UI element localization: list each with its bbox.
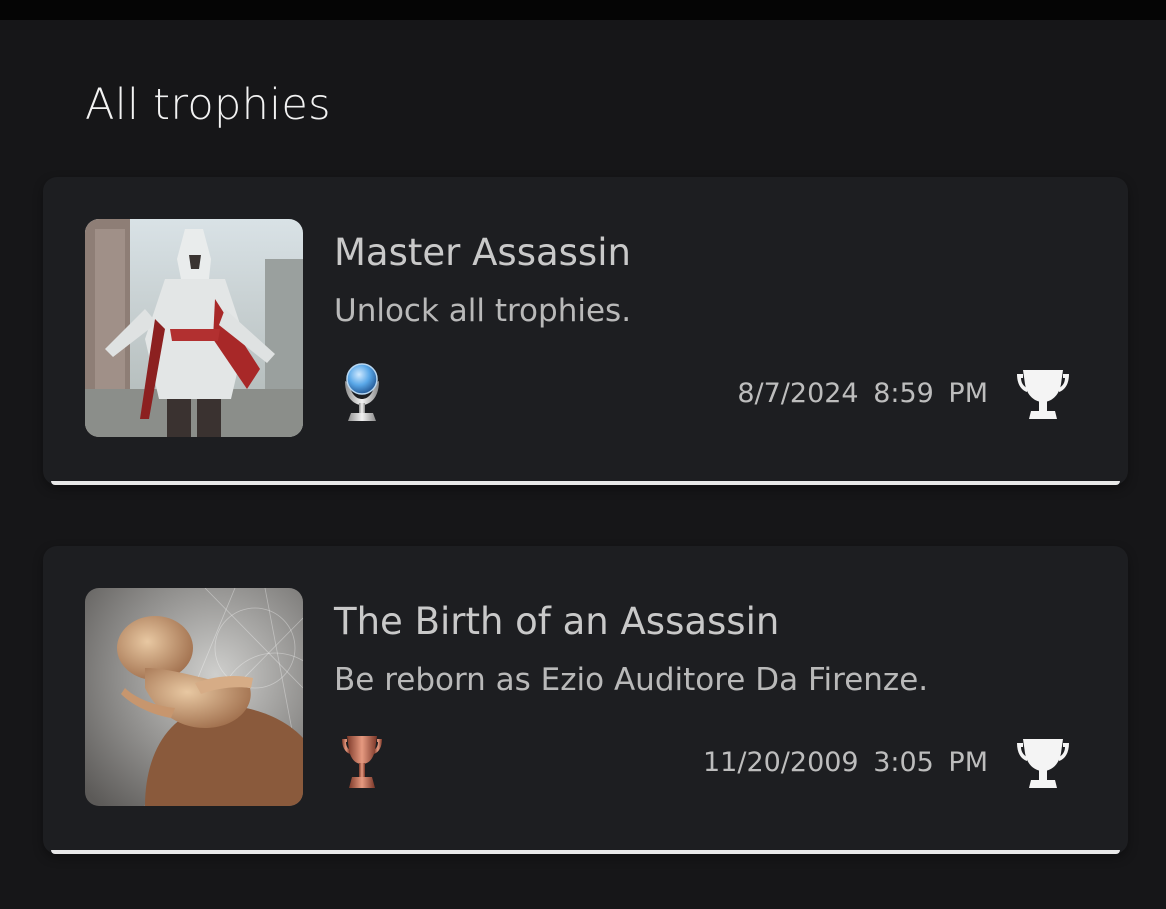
earned-timestamp: 8/7/2024 8:59 PM — [737, 378, 988, 409]
earned-timestamp: 11/20/2009 3:05 PM — [703, 747, 988, 778]
trophy-thumbnail — [85, 219, 303, 437]
trophy-card-birth-of-an-assassin[interactable]: The Birth of an Assassin Be reborn as Ez… — [43, 546, 1128, 854]
earned-time: 3:05 PM — [873, 747, 988, 778]
card-divider — [51, 850, 1120, 854]
status-bar — [0, 0, 1166, 20]
trophy-card-master-assassin[interactable]: Master Assassin Unlock all trophies. 8/7… — [43, 177, 1128, 485]
trophy-name: Master Assassin — [334, 231, 631, 274]
earned-date: 8/7/2024 — [737, 378, 859, 409]
trophy-name: The Birth of an Assassin — [334, 600, 780, 643]
card-divider — [51, 481, 1120, 485]
bronze-trophy-icon — [339, 728, 385, 794]
earned-time: 8:59 PM — [873, 378, 988, 409]
platinum-trophy-icon — [339, 359, 385, 425]
trophy-description: Unlock all trophies. — [334, 293, 632, 329]
page-title: All trophies — [85, 80, 331, 130]
trophy-cup-icon — [1013, 364, 1073, 424]
trophy-cup-icon — [1013, 733, 1073, 793]
earned-date: 11/20/2009 — [702, 747, 859, 778]
trophy-thumbnail — [85, 588, 303, 806]
trophy-description: Be reborn as Ezio Auditore Da Firenze. — [334, 662, 929, 698]
